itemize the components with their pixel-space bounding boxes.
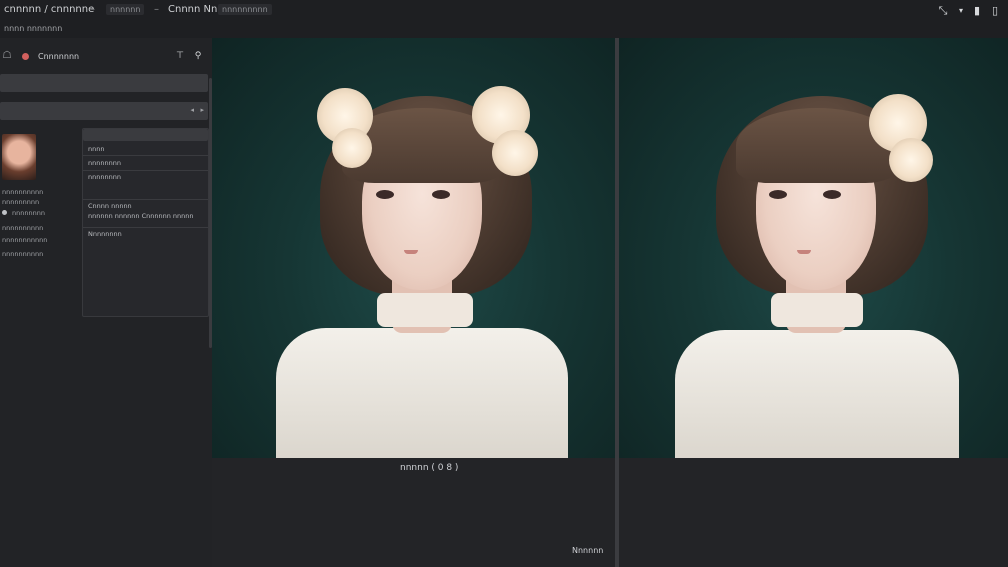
thumb-line: nnnnnnnnnn bbox=[2, 224, 44, 232]
arrow-right-icon[interactable]: ▸ bbox=[200, 106, 204, 114]
divider bbox=[83, 199, 208, 200]
flower-right-2 bbox=[889, 138, 933, 182]
filter-select[interactable]: ◂ ▸ bbox=[0, 102, 208, 120]
menu-separator-2: – bbox=[154, 4, 159, 15]
portrait-image[interactable] bbox=[212, 38, 615, 458]
mouth bbox=[404, 250, 418, 254]
menu-chip-1[interactable]: nnnnnn bbox=[106, 4, 145, 15]
sidebar-title: Cnnnnnnn bbox=[38, 52, 80, 61]
pin-icon[interactable]: ⊤ bbox=[175, 50, 185, 62]
thumb-line: nnnnnnnnnn bbox=[2, 250, 44, 258]
preview-panel-left: nnnnn ( 0 8 ) Nnnnnn bbox=[212, 38, 615, 567]
mouth bbox=[797, 250, 811, 254]
cursor-icon[interactable]: ⤡ bbox=[938, 5, 948, 17]
thumb-line: nnnnnnnnn bbox=[2, 198, 40, 206]
eye-left bbox=[769, 190, 787, 199]
collar-shape bbox=[377, 293, 473, 327]
arrow-left-icon[interactable]: ◂ bbox=[190, 106, 194, 114]
sidebar-header: ☖ Cnnnnnnn ⊤ ⚲ bbox=[0, 42, 212, 70]
eye-right bbox=[823, 190, 841, 199]
divider bbox=[83, 155, 208, 156]
flower-right-2 bbox=[492, 130, 538, 176]
detail-row: nnnn bbox=[88, 145, 105, 153]
detail-row: nnnnnn nnnnnn Cnnnnnn nnnnn bbox=[88, 212, 194, 220]
settings-icon[interactable]: ⚲ bbox=[193, 50, 203, 62]
details-header bbox=[83, 129, 208, 141]
search-input[interactable] bbox=[0, 74, 208, 92]
left-sidebar: ☖ Cnnnnnnn ⊤ ⚲ ◂ ▸ nnnnnnnnnn nnnnnnnnn … bbox=[0, 38, 212, 567]
app-title: cnnnnn / cnnnnne bbox=[4, 4, 95, 15]
divider bbox=[83, 227, 208, 228]
blouse-shape bbox=[675, 330, 959, 458]
pin-icon[interactable]: ▾ bbox=[956, 5, 966, 17]
menu-chip-2[interactable]: nnnnnnnnn bbox=[218, 4, 272, 15]
asset-thumbnail[interactable] bbox=[2, 134, 36, 180]
preview-panel-right bbox=[619, 38, 1008, 567]
detail-row: nnnnnnnn bbox=[88, 159, 121, 167]
bottom-label: Nnnnnn bbox=[572, 546, 604, 555]
thumb-line: nnnnnnnnnn bbox=[2, 188, 44, 196]
flower-left-2 bbox=[332, 128, 372, 168]
image-caption: nnnnn ( 0 8 ) bbox=[400, 463, 459, 473]
blouse-shape bbox=[276, 328, 568, 458]
details-panel: nnnn nnnnnnnn nnnnnnnn Cnnnn nnnnn nnnnn… bbox=[82, 128, 209, 317]
window-icon[interactable]: ▯ bbox=[990, 5, 1000, 17]
detail-row: nnnnnnnn bbox=[88, 173, 121, 181]
thumb-line: nnnnnnnn bbox=[12, 209, 45, 217]
radio-icon[interactable] bbox=[2, 210, 7, 215]
home-icon[interactable]: ☖ bbox=[2, 50, 12, 62]
eye-right bbox=[432, 190, 450, 199]
status-dot-icon bbox=[22, 53, 29, 60]
portrait-image-variant[interactable] bbox=[619, 38, 1008, 458]
collar-shape bbox=[771, 293, 863, 327]
bookmark-icon[interactable]: ▮ bbox=[972, 5, 982, 17]
menu-separator: – bbox=[90, 4, 95, 15]
detail-row: Nnnnnnnn bbox=[88, 230, 122, 238]
subbar-text: nnnn nnnnnnn bbox=[4, 24, 63, 33]
eye-left bbox=[376, 190, 394, 199]
title-bar: cnnnnn / cnnnnne – nnnnnn – Cnnnn Nnnnng… bbox=[0, 0, 1008, 39]
detail-row: Cnnnn nnnnn bbox=[88, 202, 132, 210]
divider bbox=[83, 170, 208, 171]
thumb-line: nnnnnnnnnnn bbox=[2, 236, 48, 244]
